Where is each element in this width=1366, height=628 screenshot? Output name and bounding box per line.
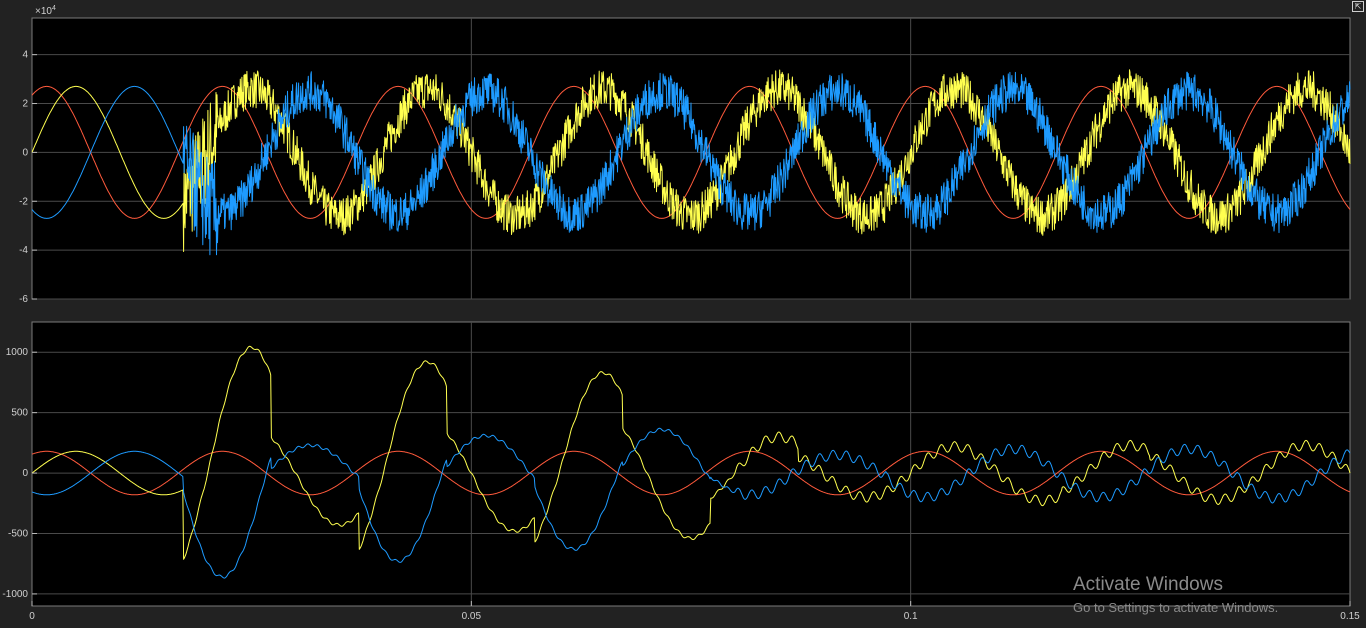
y-tick-label: 500 [11,408,28,419]
x-tick-label: 0.1 [904,611,918,622]
x-tick-label: 0 [29,611,35,622]
y-tick-label: -500 [8,528,28,539]
y-tick-label: -4 [19,245,28,256]
y-tick-label: -2 [19,196,28,207]
y-tick-label: 1000 [6,347,29,358]
top-axes[interactable] [31,17,1351,300]
y-tick-label: 4 [22,50,28,61]
y-tick-label: -1000 [2,589,28,600]
watermark-subtitle: Go to Settings to activate Windows. [1073,600,1279,615]
y-tick-label: 0 [22,147,28,158]
top-exponent-label: ×104 [35,5,56,17]
undock-icon[interactable]: ⇱ [1352,1,1364,12]
bottom-axes[interactable] [31,321,1351,607]
y-tick-label: 2 [22,99,28,110]
y-tick-label: 0 [22,468,28,479]
top-exponent-power: 4 [52,5,56,12]
watermark-title: Activate Windows [1073,574,1223,595]
x-tick-label: 0.05 [462,611,482,622]
scope-figure: 420-2-4-610005000-500-10000 0.05 0.1 0.15 ×… [2,5,1360,622]
x-tick-label: 0.15 [1340,611,1360,622]
y-tick-label: -6 [19,294,28,305]
top-exponent-base: ×10 [35,6,52,17]
